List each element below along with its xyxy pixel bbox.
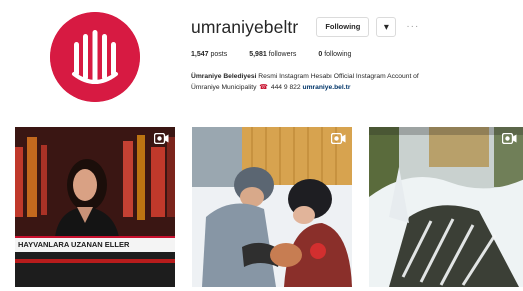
profile-title-row: umraniyebeltr Following ▾ ···: [191, 14, 516, 40]
snow-yard-thumbnail: [369, 127, 523, 287]
profile-stats: 1,547 posts 5,981 followers 0 following: [191, 51, 516, 58]
post-snow-children[interactable]: [192, 127, 352, 287]
profile-username: umraniyebeltr: [191, 16, 299, 37]
post-news[interactable]: HAYVANLARA UZANAN ELLER: [15, 127, 175, 287]
snow-children-thumbnail: [192, 127, 352, 287]
video-camera-icon: [502, 133, 517, 144]
profile-bio: Ümraniye Belediyesi Resmi Instagram Hesa…: [191, 71, 511, 93]
followers-stat[interactable]: 5,981 followers: [249, 51, 296, 58]
posts-count: 1,547: [191, 51, 209, 58]
followers-count: 5,981: [249, 51, 267, 58]
profile-info: umraniyebeltr Following ▾ ··· 1,547 post…: [191, 14, 516, 93]
video-camera-icon: [154, 133, 169, 144]
following-count: 0: [318, 51, 323, 58]
posts-stat: 1,547 posts: [191, 51, 227, 58]
video-camera-icon: [331, 133, 346, 144]
bio-name: Ümraniye Belediyesi: [191, 73, 257, 80]
following-label: following: [324, 51, 352, 58]
profile-avatar[interactable]: [50, 12, 140, 102]
news-anchor-thumbnail: [15, 127, 175, 287]
post-snow-yard[interactable]: [369, 127, 523, 287]
bio-line2: Ümraniye Municipality: [191, 84, 259, 91]
followers-label: followers: [268, 51, 297, 58]
following-button[interactable]: Following: [316, 17, 370, 37]
following-stat[interactable]: 0 following: [318, 51, 351, 58]
bio-phone: 444 9 822: [269, 84, 303, 91]
bio-line1: Resmi Instagram Hesabı Official Instagra…: [256, 73, 419, 80]
more-options-icon[interactable]: ···: [406, 17, 419, 37]
bio-website-link[interactable]: umraniye.bel.tr: [302, 84, 350, 91]
news-caption: HAYVANLARA UZANAN ELLER: [15, 236, 175, 252]
phone-icon: ☎: [259, 84, 269, 91]
umraniye-logo-icon: [50, 12, 140, 102]
dropdown-button[interactable]: ▾: [376, 17, 397, 37]
posts-label: posts: [210, 51, 228, 58]
